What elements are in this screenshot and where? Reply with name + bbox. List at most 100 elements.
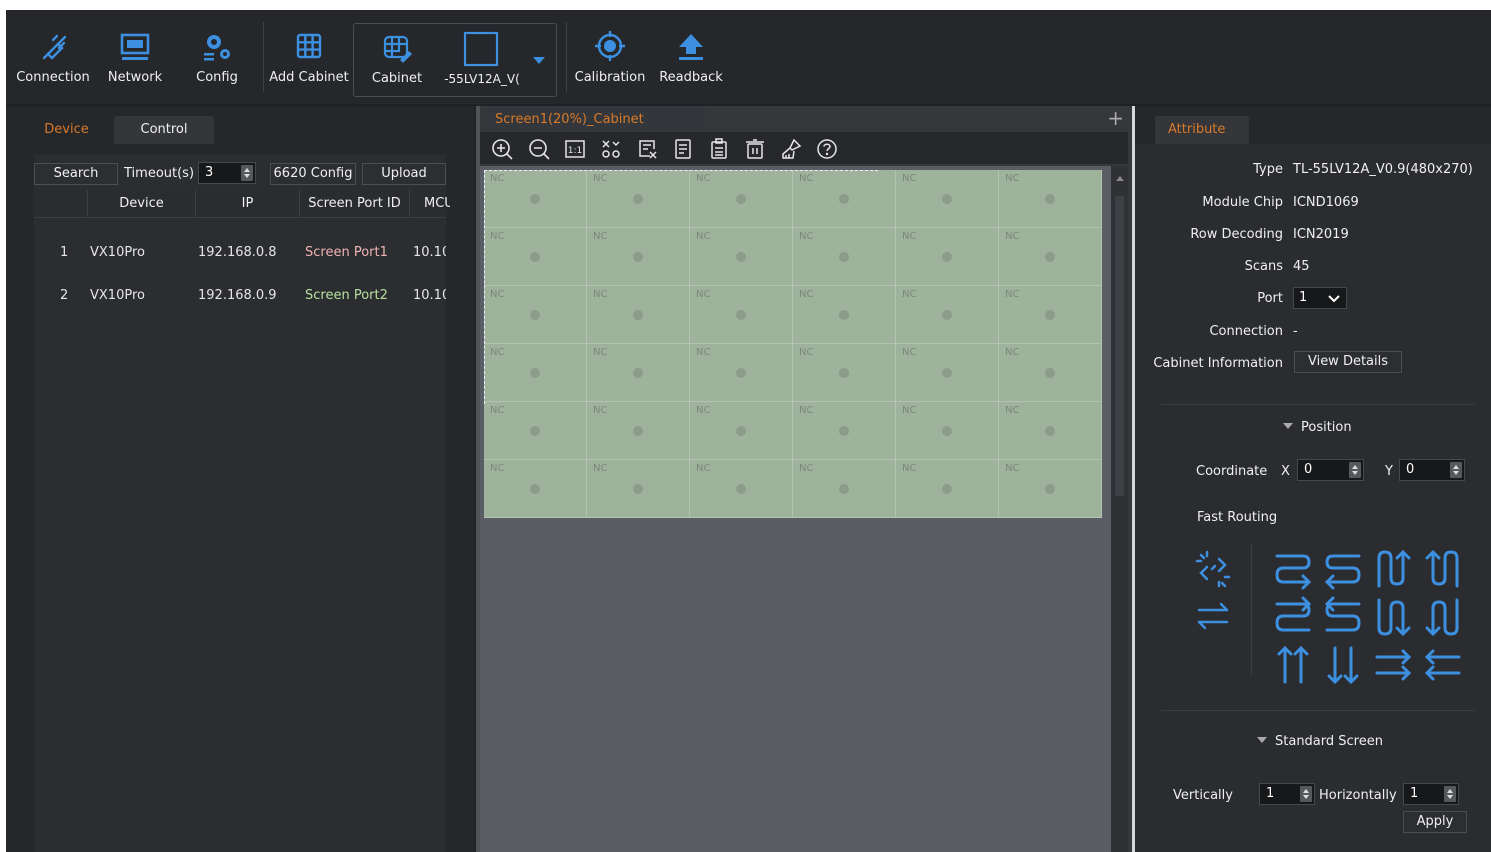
- gears-icon: [204, 35, 230, 61]
- table-row[interactable]: 2 VX10Pro 192.168.0.9 Screen Port2 10.10: [34, 277, 446, 313]
- add-cabinet-button[interactable]: Add Cabinet: [268, 10, 350, 104]
- cabinet-cell[interactable]: NC: [999, 460, 1102, 518]
- route-snake-down-icon[interactable]: [1373, 596, 1413, 638]
- cabinet-button[interactable]: Cabinet: [360, 11, 434, 105]
- tab-screen1[interactable]: Screen1(20%)_Cabinet Count(36): [484, 107, 708, 152]
- row-mcu: 10.10: [413, 288, 446, 303]
- attribute-panel: Attribute Type TL-55LV12A_V0.9(480x270) …: [1132, 106, 1491, 852]
- cabinet-cell[interactable]: NC: [999, 402, 1102, 460]
- stepper-arrows-icon[interactable]: [1450, 462, 1462, 478]
- cabinet-cell[interactable]: NC: [896, 402, 999, 460]
- cabinet-cell[interactable]: NC: [484, 460, 587, 518]
- network-button[interactable]: Network: [96, 10, 174, 104]
- port-select-value: 1: [1299, 290, 1308, 305]
- table-row[interactable]: 1 VX10Pro 192.168.0.8 Screen Port1 10.10: [34, 234, 446, 270]
- chevron-down-icon[interactable]: [532, 56, 546, 66]
- vertically-stepper[interactable]: 1: [1259, 783, 1315, 805]
- upload-button[interactable]: Upload: [362, 163, 446, 185]
- config-button[interactable]: Config: [178, 10, 256, 104]
- help-icon[interactable]: [816, 138, 838, 160]
- cabinet-port-dot: [1045, 310, 1055, 320]
- cabinet-cell[interactable]: NC: [793, 460, 896, 518]
- document-icon[interactable]: [672, 138, 694, 160]
- scroll-up-icon[interactable]: [1115, 174, 1125, 182]
- add-screen-button[interactable]: +: [1107, 106, 1124, 130]
- horizontally-stepper[interactable]: 1: [1403, 783, 1459, 805]
- connection-button[interactable]: Connection: [14, 10, 92, 104]
- config-6620-button[interactable]: 6620 Config: [270, 163, 356, 185]
- swap-arrows-icon[interactable]: [1193, 596, 1233, 636]
- cabinet-cell[interactable]: NC: [793, 402, 896, 460]
- stepper-arrows-icon[interactable]: [1349, 462, 1361, 478]
- cabinet-cell[interactable]: NC: [999, 286, 1102, 344]
- route-right-icon[interactable]: [1373, 644, 1413, 686]
- unlink-icon[interactable]: [1193, 549, 1233, 589]
- route-down-icon[interactable]: [1323, 644, 1363, 686]
- route-snake-left-icon[interactable]: [1323, 548, 1363, 590]
- screen-canvas[interactable]: NC NC NC NC NC NC NC NC NC NC NC NC NC NC NC NC NC NC NC NC…: [480, 166, 1111, 852]
- arrange-icon[interactable]: [600, 138, 622, 160]
- search-button[interactable]: Search: [34, 163, 118, 185]
- port-select[interactable]: 1: [1293, 287, 1347, 309]
- mcu-column-header[interactable]: MCU: [410, 190, 450, 218]
- route-snake-down-reverse-icon[interactable]: [1423, 596, 1463, 638]
- device-table-header: Device IP Screen Port ID MCU: [34, 190, 450, 218]
- tab-attribute[interactable]: Attribute: [1155, 116, 1249, 144]
- cabinet-grid[interactable]: NC NC NC NC NC NC NC NC NC NC NC NC NC NC NC NC NC NC NC NC…: [484, 170, 1102, 518]
- cabinet-cell[interactable]: NC: [587, 402, 690, 460]
- cabinet-cell[interactable]: NC: [690, 402, 793, 460]
- cabinet-cell[interactable]: NC: [896, 286, 999, 344]
- vertical-scrollbar[interactable]: [1111, 166, 1128, 852]
- cabinet-cell[interactable]: NC: [896, 344, 999, 402]
- position-section-header[interactable]: Position: [1283, 420, 1352, 435]
- cabinet-model[interactable]: -55LV12A_V(: [434, 11, 530, 105]
- ip-column-header[interactable]: IP: [196, 190, 300, 218]
- route-snake-up-icon[interactable]: [1373, 548, 1413, 590]
- cabinet-cell[interactable]: NC: [999, 170, 1102, 228]
- stepper-arrows-icon[interactable]: [1444, 786, 1456, 802]
- device-column-header[interactable]: Device: [88, 190, 196, 218]
- y-coordinate-stepper[interactable]: 0: [1399, 459, 1465, 481]
- route-left-icon[interactable]: [1423, 644, 1463, 686]
- route-snake-up-reverse-icon[interactable]: [1423, 548, 1463, 590]
- view-details-button[interactable]: View Details: [1294, 351, 1402, 373]
- port-column-header[interactable]: Screen Port ID: [300, 190, 410, 218]
- route-snake-left-alt-icon[interactable]: [1323, 596, 1363, 638]
- delete-icon[interactable]: [744, 138, 766, 160]
- cabinet-cell[interactable]: NC: [896, 228, 999, 286]
- paste-icon[interactable]: [708, 138, 730, 160]
- cabinet-cell[interactable]: NC: [999, 228, 1102, 286]
- stepper-arrows-icon[interactable]: [241, 165, 253, 181]
- divider: [1251, 544, 1252, 676]
- zoom-out-icon[interactable]: [528, 138, 550, 160]
- zoom-in-icon[interactable]: [491, 138, 513, 160]
- cabinet-cell[interactable]: NC: [587, 460, 690, 518]
- grid-icon: [296, 33, 322, 59]
- scrollbar-thumb[interactable]: [1115, 196, 1124, 496]
- route-snake-right-alt-icon[interactable]: [1273, 596, 1313, 638]
- cabinet-status-label: NC: [490, 405, 505, 416]
- cabinet-selector[interactable]: Cabinet -55LV12A_V(: [353, 23, 557, 97]
- tab-control[interactable]: Control: [114, 116, 214, 144]
- cabinet-cell[interactable]: NC: [999, 344, 1102, 402]
- readback-button[interactable]: Readback: [654, 10, 728, 104]
- timeout-stepper[interactable]: 3: [198, 162, 256, 184]
- cabinet-port-dot: [942, 426, 952, 436]
- brush-icon[interactable]: [780, 138, 802, 160]
- cabinet-status-label: NC: [696, 463, 711, 474]
- apply-button[interactable]: Apply: [1403, 811, 1467, 833]
- clear-list-icon[interactable]: [636, 138, 658, 160]
- cabinet-cell[interactable]: NC: [690, 460, 793, 518]
- cabinet-cell[interactable]: NC: [896, 460, 999, 518]
- route-snake-right-icon[interactable]: [1273, 548, 1313, 590]
- standard-screen-header[interactable]: Standard Screen: [1257, 734, 1383, 749]
- tab-device[interactable]: Device: [42, 116, 91, 144]
- actual-size-icon[interactable]: 1:1: [564, 138, 586, 160]
- stepper-arrows-icon[interactable]: [1300, 786, 1312, 802]
- chevron-down-icon[interactable]: [1328, 295, 1340, 303]
- calibration-button[interactable]: Calibration: [570, 10, 650, 104]
- cabinet-cell[interactable]: NC: [896, 170, 999, 228]
- route-up-icon[interactable]: [1273, 644, 1313, 686]
- x-coordinate-stepper[interactable]: 0: [1297, 459, 1364, 481]
- cabinet-cell[interactable]: NC: [484, 402, 587, 460]
